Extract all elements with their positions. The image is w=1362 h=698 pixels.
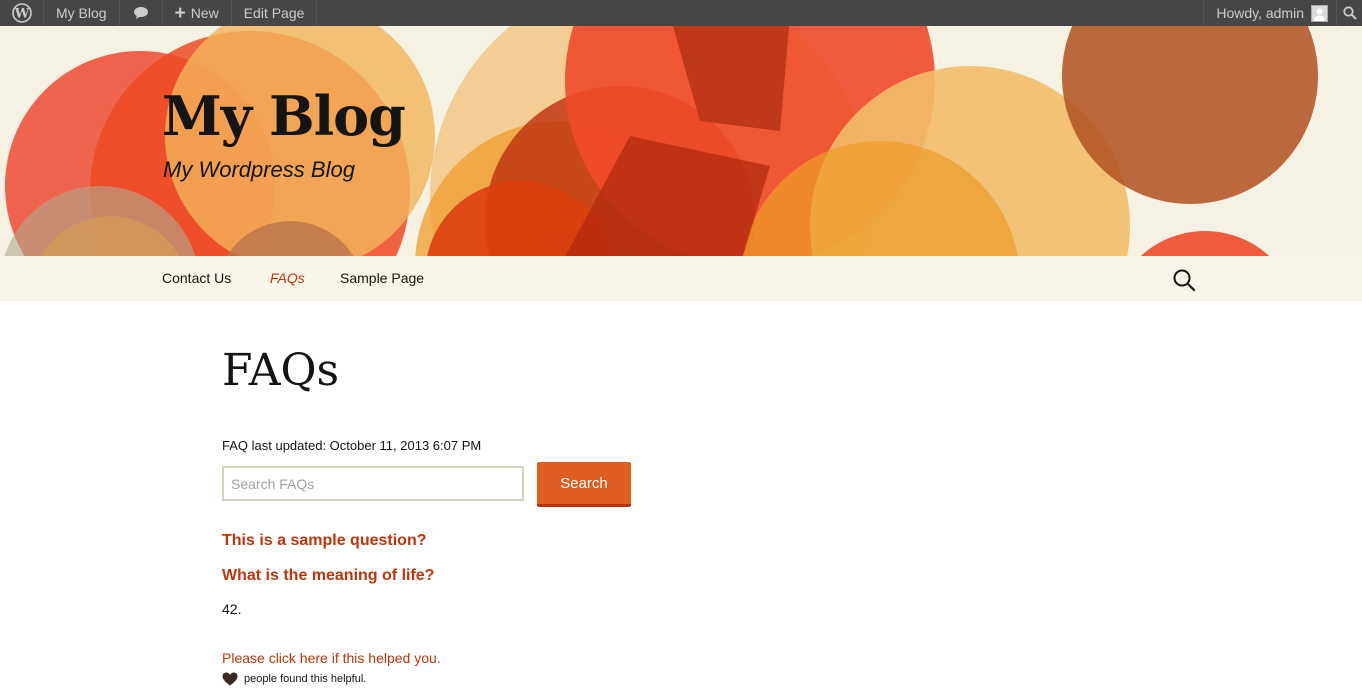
main-navigation: Contact Us FAQs Sample Page: [0, 256, 1362, 301]
svg-text:W: W: [13, 7, 29, 22]
faq-search-button[interactable]: Search: [537, 462, 631, 507]
admin-bar-site-name[interactable]: My Blog: [44, 0, 120, 26]
admin-bar-account[interactable]: Howdy, admin: [1203, 0, 1336, 26]
search-icon: [1342, 6, 1357, 20]
faq-answer: 42.: [222, 601, 242, 617]
nav-item-contact-us[interactable]: Contact Us: [162, 270, 231, 286]
plus-icon: +: [174, 2, 186, 24]
avatar: [1311, 4, 1328, 22]
faq-question[interactable]: What is the meaning of life?: [222, 567, 434, 585]
helpful-link[interactable]: Please click here if this helped you.: [222, 650, 441, 666]
faq-search-input[interactable]: [222, 466, 524, 501]
nav-item-sample-page[interactable]: Sample Page: [340, 270, 424, 286]
admin-bar-search[interactable]: [1336, 0, 1362, 26]
admin-bar: W My Blog + New Edit Page Howdy, admin: [0, 0, 1362, 26]
admin-bar-edit-page[interactable]: Edit Page: [232, 0, 318, 26]
wordpress-menu[interactable]: W: [0, 0, 44, 26]
nav-item-faqs[interactable]: FAQs: [270, 270, 305, 286]
wordpress-logo-icon: W: [11, 3, 32, 23]
admin-bar-secondary: Howdy, admin: [1203, 0, 1362, 26]
site-title[interactable]: My Blog: [162, 84, 406, 148]
helpful-count: people found this helpful.: [222, 672, 366, 686]
howdy-label: Howdy, admin: [1216, 5, 1304, 21]
helpful-count-text: people found this helpful.: [244, 673, 367, 685]
site-header: My Blog My Wordpress Blog: [0, 26, 1362, 256]
faq-last-updated: FAQ last updated: October 11, 2013 6:07 …: [222, 438, 482, 453]
page-title: FAQs: [222, 345, 340, 396]
site-description: My Wordpress Blog: [163, 157, 355, 182]
heart-icon: [222, 672, 238, 686]
faq-question[interactable]: This is a sample question?: [222, 532, 427, 550]
comment-bubble-icon: [133, 7, 148, 19]
admin-bar-comments[interactable]: [120, 0, 163, 26]
admin-bar-new[interactable]: + New: [163, 0, 232, 26]
search-icon[interactable]: [1172, 268, 1196, 292]
admin-bar-new-label: New: [190, 5, 219, 21]
